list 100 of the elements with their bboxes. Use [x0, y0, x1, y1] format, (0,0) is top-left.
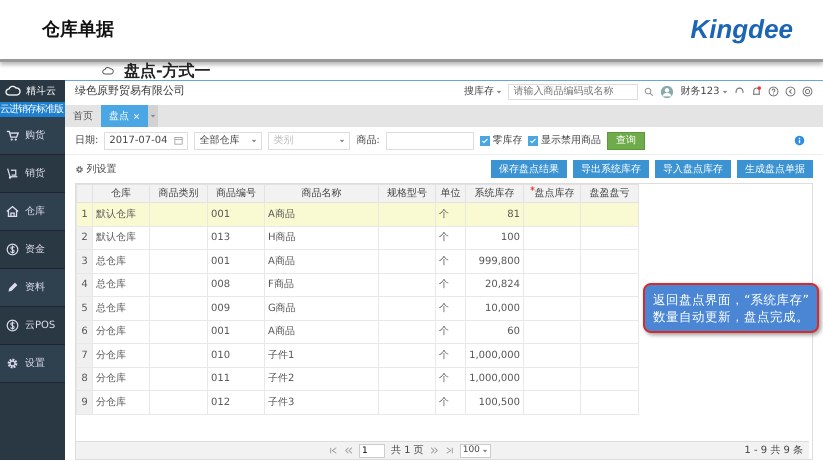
caret-icon: [339, 138, 346, 144]
table-cell: 子件2: [264, 367, 378, 390]
warehouse-dropdown[interactable]: 全部仓库: [194, 132, 262, 150]
table-cell: 总仓库: [92, 250, 150, 273]
column-header: 商品名称: [264, 184, 378, 202]
bell-icon: [751, 86, 762, 97]
caret-icon: [722, 88, 728, 94]
slide-subtitle: 盘点-方式一: [124, 60, 211, 82]
table-cell: [524, 202, 580, 226]
table-cell: 012: [208, 390, 264, 414]
caret-icon: [251, 138, 258, 144]
prev-page-icon: [344, 446, 353, 455]
help-icon: [768, 86, 779, 97]
table-cell: 100: [466, 226, 524, 250]
check-icon: [529, 136, 538, 144]
table-cell: 81: [466, 202, 524, 226]
page-field[interactable]: 1: [359, 444, 385, 458]
column-header: 系统库存: [466, 184, 524, 202]
page-size-dropdown[interactable]: 100: [460, 444, 492, 458]
cart-icon: [6, 129, 19, 142]
table-cell: [378, 226, 436, 250]
table-cell: 默认仓库: [92, 202, 150, 226]
row-number: 1: [76, 202, 92, 226]
date-field[interactable]: 2017-07-04: [104, 132, 188, 150]
table-row[interactable]: 8 分仓库 011 子件2 个 1,000,000: [76, 367, 638, 390]
back-icon: [785, 86, 796, 97]
table-cell: [580, 202, 638, 226]
table-cell: 001: [208, 250, 264, 273]
table-cell: G商品: [264, 296, 378, 320]
checkbox-label[interactable]: 显示禁用商品: [540, 133, 601, 148]
table-cell: 100,500: [466, 390, 524, 414]
table-row[interactable]: 4 总仓库 008 F商品 个 20,824: [76, 273, 638, 296]
table-cell: 个: [436, 202, 466, 226]
tab[interactable]: 首页: [65, 105, 101, 127]
table-cell: 分仓库: [92, 320, 150, 344]
product-label: 商品:: [356, 134, 380, 148]
column-header: 商品编号: [208, 184, 264, 202]
table-cell: [524, 226, 580, 250]
search-field[interactable]: 请输入商品编码或名称: [508, 84, 638, 100]
gear-icon: [75, 164, 84, 174]
table-cell: 001: [208, 320, 264, 344]
row-number: 5: [76, 296, 92, 320]
table-cell: 010: [208, 344, 264, 367]
table-cell: 总仓库: [92, 273, 150, 296]
table-row[interactable]: 5 总仓库 009 G商品 个 10,000: [76, 296, 638, 320]
table-cell: A商品: [264, 202, 378, 226]
last-page-icon: [444, 446, 454, 455]
caret-icon: [496, 88, 502, 94]
callout-text: 数量自动更新，盘点完成。: [653, 308, 809, 325]
table-cell: 默认仓库: [92, 226, 150, 250]
house-icon: [6, 205, 19, 218]
column-header: 盘盈盘亏: [580, 184, 638, 202]
table-cell: [150, 226, 208, 250]
row-number: 9: [76, 390, 92, 414]
table-cell: 60: [466, 320, 524, 344]
user-menu[interactable]: 财务123: [680, 84, 728, 99]
table-cell: 001: [208, 202, 264, 226]
dollar-icon: [6, 243, 19, 256]
sidebar-item[interactable]: 仓库: [0, 193, 65, 231]
product-field[interactable]: [386, 132, 474, 150]
table-row[interactable]: 3 总仓库 001 A商品 个 999,800: [76, 250, 638, 273]
next-page-icon: [430, 446, 439, 455]
table-row[interactable]: 7 分仓库 010 子件1 个 1,000,000: [76, 344, 638, 367]
search-icon: [644, 86, 654, 96]
brand-logo: Kingdee: [690, 13, 793, 46]
checkbox-label[interactable]: 零库存: [492, 133, 522, 148]
column-settings-link[interactable]: 列设置: [86, 162, 116, 176]
row-number: 2: [76, 226, 92, 250]
table-row[interactable]: 2 默认仓库 013 H商品 个 100: [76, 226, 638, 250]
table-cell: [378, 202, 436, 226]
table-cell: 分仓库: [92, 390, 150, 414]
checkbox[interactable]: [528, 136, 538, 146]
table-row[interactable]: 6 分仓库 001 A商品 个 60: [76, 320, 638, 344]
hand-truck-icon: [6, 167, 19, 180]
table-cell: 个: [436, 250, 466, 273]
sidebar-item[interactable]: 购货: [0, 117, 65, 155]
table-cell: 013: [208, 226, 264, 250]
table-cell: 分仓库: [92, 367, 150, 390]
search-scope-dropdown[interactable]: 搜库存: [464, 84, 502, 99]
table-cell: 个: [436, 367, 466, 390]
table-cell: 1,000,000: [466, 344, 524, 367]
table-cell: 011: [208, 367, 264, 390]
table-cell: A商品: [264, 320, 378, 344]
table-cell: 999,800: [466, 250, 524, 273]
sidebar-item[interactable]: 资料: [0, 269, 65, 307]
column-header: 仓库: [92, 184, 150, 202]
row-number: 8: [76, 367, 92, 390]
column-header: 单位: [436, 184, 466, 202]
column-header: 盘点库存: [524, 184, 580, 202]
page-count: 共 1 页: [391, 444, 424, 458]
row-number: 4: [76, 273, 92, 296]
table-row[interactable]: 1 默认仓库 001 A商品 个 81: [76, 202, 638, 226]
sidebar-item[interactable]: 设置: [0, 345, 65, 383]
brand-name: 精斗云: [26, 84, 56, 98]
checkbox[interactable]: [480, 136, 490, 146]
table-cell: 008: [208, 273, 264, 296]
table-cell: [580, 226, 638, 250]
table-cell: 20,824: [466, 273, 524, 296]
table-row[interactable]: 9 分仓库 012 子件3 个 100,500: [76, 390, 638, 414]
company-name: 绿色原野贸易有限公司: [75, 83, 185, 100]
